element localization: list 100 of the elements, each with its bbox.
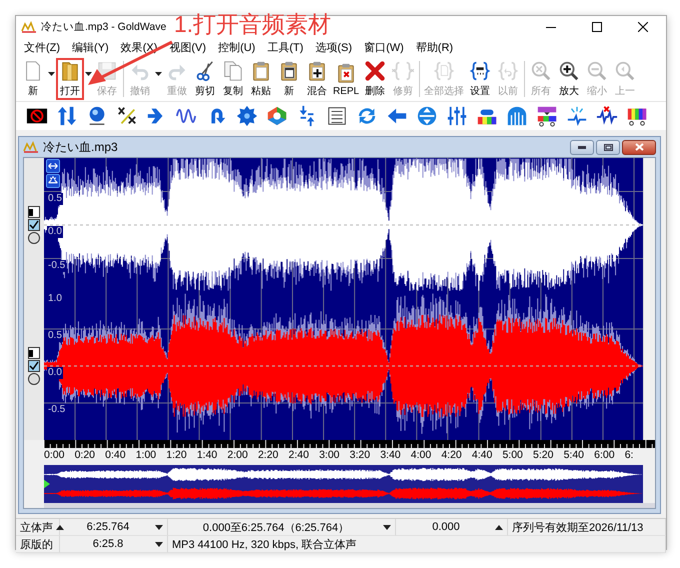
menu-item[interactable]: 选项(S) <box>309 38 358 57</box>
arch-icon[interactable] <box>506 105 528 127</box>
caret-up-icon[interactable] <box>495 524 503 530</box>
status-text: 立体声 <box>20 520 53 534</box>
clipboard-plus-icon <box>306 60 328 82</box>
toolbar-button[interactable]: 新 <box>275 58 303 100</box>
minimize-icon <box>546 26 556 28</box>
window-title: 冷たい血.mp3 - GoldWave <box>41 20 166 34</box>
close-button[interactable] <box>622 140 656 154</box>
time-label: 3:20 <box>350 448 372 462</box>
copy-icon <box>222 60 244 82</box>
time-label: 5:20 <box>533 448 554 462</box>
clipboard-icon <box>250 60 272 82</box>
restore-icon <box>604 144 612 150</box>
zoom-out-icon <box>586 60 608 82</box>
gear-icon[interactable] <box>236 105 258 127</box>
axis-label: 0.0 <box>47 226 63 238</box>
document-icon <box>23 141 39 153</box>
maximize-icon <box>592 22 602 32</box>
status-text: 6:25.8 <box>92 538 124 550</box>
channel-radio[interactable] <box>28 232 40 244</box>
folder-icon <box>59 60 81 82</box>
spark-icon[interactable] <box>566 105 588 127</box>
time-label: 2:20 <box>258 448 280 462</box>
spectrum-icon[interactable] <box>536 105 558 127</box>
time-label: 6: <box>624 448 634 462</box>
time-label: 2:00 <box>227 448 249 462</box>
menu-item[interactable]: 窗口(W) <box>358 38 410 57</box>
time-label: 1:40 <box>196 448 218 462</box>
status-text: 0.000至6:25.764（6:25.764） <box>202 520 350 534</box>
swap-icon[interactable] <box>116 105 138 127</box>
color-wheel-icon[interactable] <box>266 105 288 127</box>
magnifier-arrow-icon <box>614 60 636 82</box>
time-label: 4:40 <box>472 448 494 462</box>
zoom-width-icon[interactable] <box>46 159 60 173</box>
caret-up-icon[interactable] <box>56 524 64 530</box>
minimize-icon <box>578 146 586 148</box>
time-label: 1:20 <box>166 448 188 462</box>
time-label: 0:40 <box>105 448 127 462</box>
braces-icon <box>469 60 492 82</box>
channel-checkbox[interactable] <box>28 360 40 372</box>
menu-item[interactable]: 文件(Z) <box>18 38 66 57</box>
sliders-icon[interactable] <box>446 105 468 127</box>
braces-undo-icon <box>497 60 520 82</box>
toolbar-button[interactable]: 删除 <box>361 58 390 100</box>
toolbar-button[interactable]: REPL <box>331 58 362 100</box>
toolbar-button[interactable]: 设置 <box>466 58 494 100</box>
scissors-icon <box>194 60 216 82</box>
toolbar-button[interactable]: 放大 <box>555 58 584 100</box>
dropdown-arrow[interactable] <box>84 72 93 76</box>
select-all-icon <box>433 60 456 82</box>
time-label: 1:00 <box>136 448 158 462</box>
channel-mode-icon[interactable] <box>28 347 40 359</box>
overview-waveform[interactable] <box>44 465 643 503</box>
toolbar-button[interactable]: 混合 <box>303 58 331 100</box>
list-icon[interactable] <box>326 105 348 127</box>
time-label: 0:20 <box>74 448 96 462</box>
close-icon <box>638 22 648 32</box>
status-text: 序列号有效期至2026/11/13 <box>512 520 644 534</box>
annotation-text: 1.打开音频素材 <box>174 10 332 38</box>
menu-item[interactable]: 帮助(R) <box>410 38 460 57</box>
expand-circle-icon[interactable] <box>416 105 438 127</box>
caret-down-icon[interactable] <box>383 524 391 530</box>
zoom-in-icon <box>558 60 580 82</box>
time-label: 3:40 <box>380 448 402 462</box>
status-text: 0.000 <box>431 521 461 533</box>
magnifier-x-icon <box>530 60 552 82</box>
caret-down-icon[interactable] <box>155 542 163 546</box>
zoom-height-icon[interactable] <box>46 174 60 188</box>
axis-label: 0.0 <box>47 367 63 379</box>
dropdown-arrow[interactable] <box>47 72 56 76</box>
document-title: 冷たい血.mp3 <box>43 138 119 156</box>
menu-item[interactable]: 视图(V) <box>163 38 212 57</box>
time-label: 4:20 <box>441 448 463 462</box>
time-label: 5:00 <box>502 448 524 462</box>
time-label: 0:00 <box>44 448 66 462</box>
menu-item[interactable]: 工具(T) <box>261 38 310 57</box>
toolbar-button[interactable]: 复制 <box>219 58 247 100</box>
toolbar-button[interactable]: 剪切 <box>191 58 219 100</box>
time-label: 3:00 <box>319 448 340 462</box>
toolbar-button[interactable]: 粘贴 <box>247 58 275 100</box>
axis-label: 0.5 <box>47 330 63 342</box>
app-icon <box>21 21 37 33</box>
menu-item[interactable]: 控制(U) <box>212 38 262 57</box>
toolbar-button[interactable]: 打开 <box>56 58 84 100</box>
axis-label: 0.5 <box>47 192 63 204</box>
vertical-arrows-icon[interactable] <box>56 105 78 127</box>
cut-wave-icon[interactable] <box>596 105 618 127</box>
channel-checkbox[interactable] <box>28 219 40 231</box>
time-label: 5:40 <box>564 448 585 462</box>
channel-mode-icon[interactable] <box>28 206 40 218</box>
toolbar-button[interactable]: 新 <box>19 58 47 100</box>
caret-down-icon[interactable] <box>155 524 163 530</box>
close-icon <box>634 143 644 151</box>
axis-label: -0.5 <box>47 260 66 272</box>
restore-button[interactable] <box>596 140 620 154</box>
menu-item[interactable]: 编辑(Y) <box>66 38 115 57</box>
minimize-button[interactable] <box>570 140 594 154</box>
status-text: MP3 44100 Hz, 320 kbps, 联合立体声 <box>172 538 358 552</box>
channel-radio[interactable] <box>28 373 40 385</box>
